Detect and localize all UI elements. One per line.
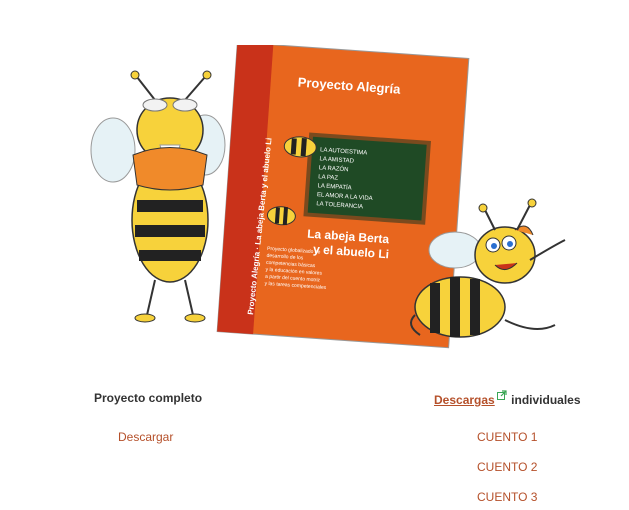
individual-downloads-title: Descargas individuales xyxy=(434,390,581,409)
downloads-link[interactable]: Descargas xyxy=(434,393,495,407)
grandpa-bee-illustration xyxy=(90,70,226,323)
story-3-link[interactable]: CUENTO 3 xyxy=(477,490,537,504)
project-complete-title: Proyecto completo xyxy=(94,391,203,405)
story-2-link[interactable]: CUENTO 2 xyxy=(477,460,537,474)
story-1-link[interactable]: CUENTO 1 xyxy=(477,430,537,444)
downloads-title-suffix: individuales xyxy=(511,393,581,407)
download-full-project-link[interactable]: Descargar xyxy=(118,430,173,444)
external-link-icon xyxy=(496,387,507,405)
project-illustration: Proyecto Alegría LA AUTOESTIMA LA AMISTA… xyxy=(90,45,566,349)
